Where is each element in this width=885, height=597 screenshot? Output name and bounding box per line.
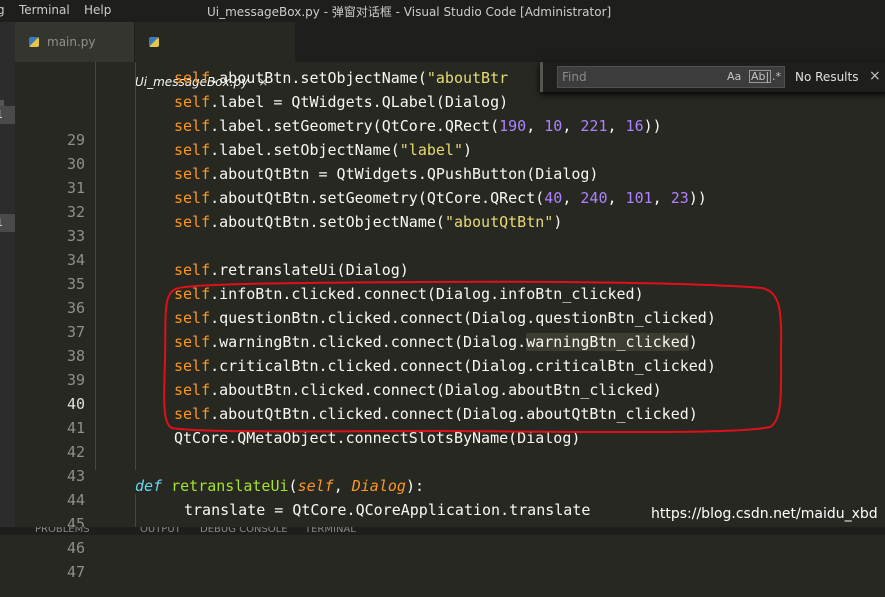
code-line-31: self.label.setGeometry(QtCore.QRect(190,… (174, 117, 662, 135)
line-number: 33 (66, 227, 85, 245)
line-number: 31 (66, 179, 85, 197)
line-number: 32 (66, 203, 85, 221)
tab-ui-messagebox-py[interactable]: Ui_messageBox.py × (135, 22, 295, 89)
code-line-33: self.aboutQtBtn = QtWidgets.QPushButton(… (174, 165, 599, 183)
indent-guide (95, 62, 96, 470)
line-number: 38 (66, 347, 85, 365)
code-line-38: self.infoBtn.clicked.connect(Dialog.info… (174, 285, 644, 303)
close-icon[interactable]: × (869, 68, 881, 84)
code-editor[interactable]: 29 30 31 32 33 34 35 36 37 38 39 40 41 42 43 44 45 46 47 s… (0, 62, 885, 581)
line-number: 29 (66, 131, 85, 149)
line-number: 46 (66, 539, 85, 557)
tab-label: main.py (47, 35, 96, 49)
python-file-icon (149, 37, 159, 47)
menu-item-help[interactable]: Help (84, 3, 111, 17)
python-file-icon (29, 37, 39, 47)
whole-word-toggle[interactable]: Ab| (749, 70, 772, 83)
code-line-29: self.aboutBtn.setObjectName("aboutBtr (174, 69, 509, 87)
find-widget: Aa Ab| .* No Results × (540, 62, 885, 92)
find-result-count: No Results (795, 70, 859, 84)
line-number: 42 (66, 443, 85, 461)
line-number: 30 (66, 155, 85, 173)
code-line-34: self.aboutQtBtn.setGeometry(QtCore.QRect… (174, 189, 707, 207)
code-line-35: self.aboutQtBtn.setObjectName("aboutQtBt… (174, 213, 563, 231)
panel-tab-output[interactable]: OUTPUT (140, 527, 181, 535)
code-line-40: self.warningBtn.clicked.connect(Dialog.w… (174, 333, 698, 351)
line-number: 43 (66, 467, 85, 485)
line-number: 37 (66, 323, 85, 341)
line-number: 47 (66, 563, 85, 581)
code-line-41: self.criticalBtn.clicked.connect(Dialog.… (174, 357, 716, 375)
indent-guide (135, 62, 136, 470)
line-number: 35 (66, 275, 85, 293)
code-line-30: self.label = QtWidgets.QLabel(Dialog) (174, 93, 509, 111)
code-line-43: self.aboutQtBtn.clicked.connect(Dialog.a… (174, 405, 698, 423)
word-highlight: warningBtn_clicked (526, 333, 689, 351)
code-line-32: self.label.setObjectName("label") (174, 141, 473, 159)
line-number: 36 (66, 299, 85, 317)
code-line-44: QtCore.QMetaObject.connectSlotsByName(Di… (174, 429, 581, 447)
panel-tab-terminal[interactable]: TERMINAL (305, 527, 356, 535)
line-number: 44 (66, 491, 85, 509)
line-number: 39 (66, 371, 85, 389)
panel-tab-problems[interactable]: PROBLEMS (35, 527, 90, 535)
code-line-37: self.retranslateUi(Dialog) (174, 261, 409, 279)
bottom-panel-tabs: PROBLEMS OUTPUT DEBUG CONSOLE TERMINAL (0, 527, 885, 535)
line-number: 40 (66, 395, 85, 413)
line-number: 34 (66, 251, 85, 269)
code-line-39: self.questionBtn.clicked.connect(Dialog.… (174, 309, 716, 327)
line-number: 41 (66, 419, 85, 437)
menu-item-partial[interactable]: g (0, 3, 5, 17)
code-line-47: translate = QtCore.QCoreApplication.tran… (184, 501, 591, 519)
code-line-42: self.aboutBtn.clicked.connect(Dialog.abo… (174, 381, 662, 399)
regex-toggle[interactable]: .* (772, 70, 781, 83)
match-case-toggle[interactable]: Aa (727, 70, 741, 83)
menu-item-terminal[interactable]: Terminal (19, 3, 70, 17)
panel-tab-debug-console[interactable]: DEBUG CONSOLE (200, 527, 288, 535)
tab-main-py[interactable]: main.py (15, 22, 134, 62)
window-title: Ui_messageBox.py - 弹窗对话框 - Visual Studio… (207, 5, 612, 19)
title-bar: g Terminal Help Ui_messageBox.py - 弹窗对话框… (0, 0, 885, 22)
code-line-46: def retranslateUi(self, Dialog): (135, 477, 424, 495)
watermark: https://blog.csdn.net/maidu_xbd (651, 506, 878, 522)
